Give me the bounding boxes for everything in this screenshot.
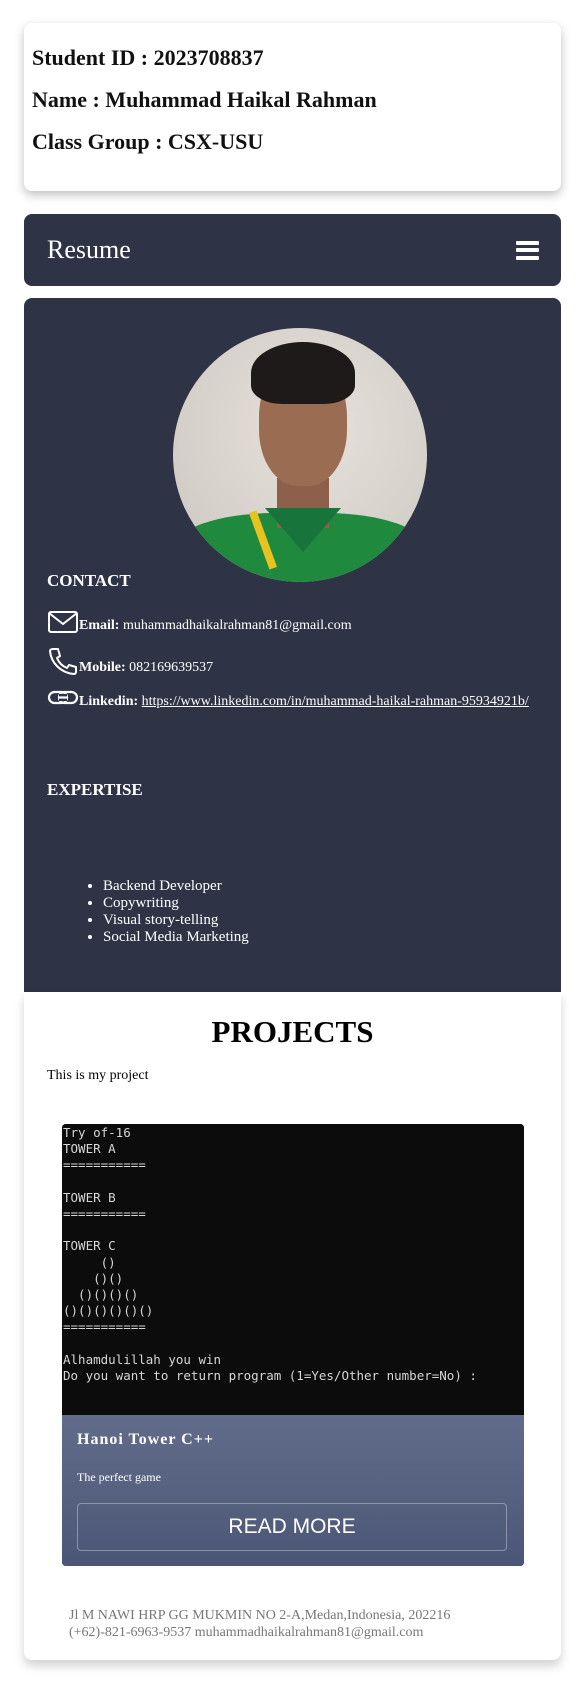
- footer-address: Jl M NAWI HRP GG MUKMIN NO 2-A,Medan,Ind…: [69, 1608, 451, 1623]
- linkedin-line: Linkedin: https://www.linkedin.com/in/mu…: [47, 686, 537, 710]
- linkedin-label: Linkedin:: [79, 694, 139, 709]
- list-item: Backend Developer: [103, 878, 249, 895]
- hamburger-menu-icon[interactable]: [516, 240, 539, 260]
- mobile-line: Mobile: 082169639537: [47, 646, 537, 676]
- envelope-icon: [48, 611, 78, 633]
- contact-title: CONTACT: [47, 571, 131, 590]
- list-item: Copywriting: [103, 895, 249, 912]
- mobile-label: Mobile:: [79, 660, 126, 675]
- navbar: Resume: [24, 214, 561, 286]
- expertise-title: EXPERTISE: [47, 780, 143, 799]
- projects-intro: This is my project: [47, 1068, 149, 1083]
- mobile-value: 082169639537: [129, 660, 214, 675]
- linkedin-link[interactable]: https://www.linkedin.com/in/muhammad-hai…: [142, 694, 529, 709]
- class-group: Class Group : CSX-USU: [32, 129, 264, 154]
- read-more-button[interactable]: READ MORE: [77, 1503, 507, 1551]
- link-icon: [47, 690, 79, 705]
- email-value: muhammadhaikalrahman81@gmail.com: [122, 618, 352, 633]
- project-screenshot: Try of-16 TOWER A =========== TOWER B ==…: [62, 1124, 524, 1415]
- project-card: Try of-16 TOWER A =========== TOWER B ==…: [62, 1124, 524, 1566]
- expertise-list: Backend Developer Copywriting Visual sto…: [47, 878, 249, 946]
- email-line: Email: muhammadhaikalrahman81@gmail.com: [47, 610, 537, 634]
- list-item: Visual story-telling: [103, 912, 249, 929]
- project-title: Hanoi Tower C++: [77, 1431, 214, 1448]
- navbar-brand[interactable]: Resume: [47, 235, 131, 265]
- projects-title: PROJECTS: [211, 1014, 374, 1049]
- project-card-body: Hanoi Tower C++ The perfect game READ MO…: [62, 1415, 524, 1566]
- student-info-card: Student ID : 2023708837 Name : Muhammad …: [24, 23, 561, 191]
- footer: Jl M NAWI HRP GG MUKMIN NO 2-A,Medan,Ind…: [69, 1607, 450, 1641]
- profile-section: CONTACT Email: muhammadhaikalrahman81@gm…: [24, 298, 561, 992]
- email-label: Email:: [79, 618, 120, 633]
- footer-contact: (+62)-821-6963-9537 muhammadhaikalrahman…: [69, 1625, 424, 1640]
- profile-photo: [173, 328, 427, 582]
- student-id: Student ID : 2023708837: [32, 45, 264, 70]
- phone-icon: [49, 648, 77, 675]
- project-description: The perfect game: [77, 1470, 161, 1484]
- student-name: Name : Muhammad Haikal Rahman: [32, 87, 377, 112]
- projects-section: PROJECTS This is my project Try of-16 TO…: [24, 992, 561, 1660]
- list-item: Social Media Marketing: [103, 929, 249, 946]
